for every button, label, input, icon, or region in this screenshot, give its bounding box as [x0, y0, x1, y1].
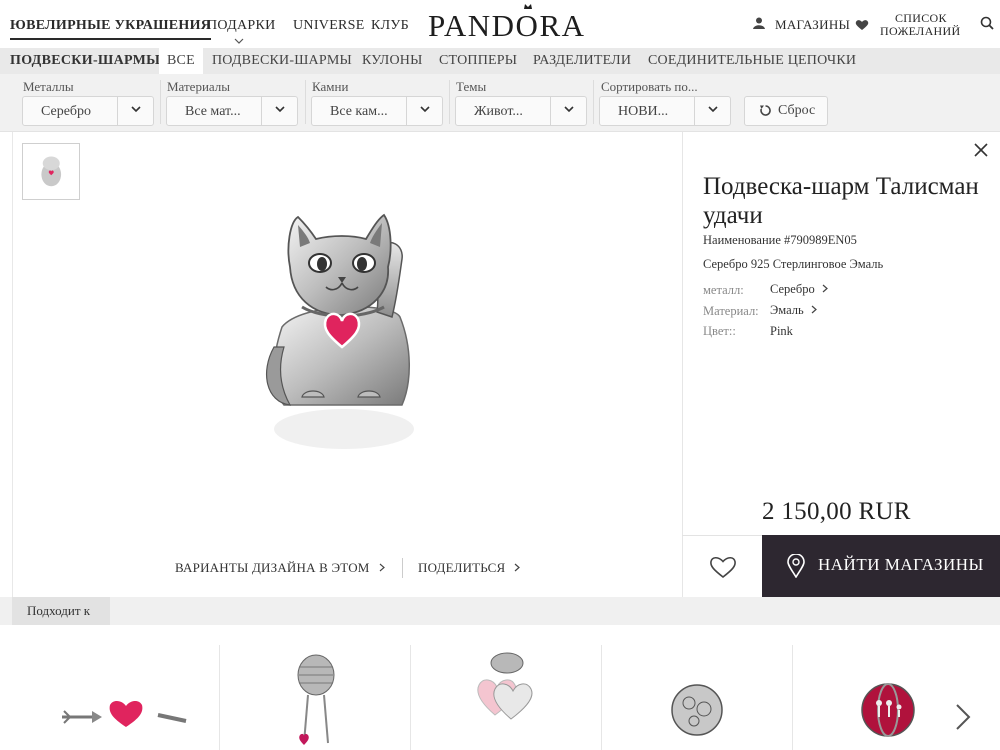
- chevron-down-icon: [694, 97, 730, 125]
- top-navigation: ЮВЕЛИРНЫЕ УКРАШЕНИЯ ПОДАРКИ UNIVERSE КЛУ…: [0, 0, 1000, 48]
- pandora-logo[interactable]: PANDORA: [428, 8, 586, 44]
- filter-value: Все кам...: [330, 104, 388, 119]
- product-thumbnail[interactable]: [22, 143, 80, 200]
- filter-label-sort: Сортировать по...: [601, 79, 698, 94]
- chevron-right-icon: [514, 560, 520, 576]
- next-arrow-icon[interactable]: [955, 700, 971, 740]
- filter-select-sort[interactable]: НОВИ...: [599, 96, 731, 126]
- share-label: ПОДЕЛИТЬСЯ: [418, 560, 506, 575]
- filter-select-materials[interactable]: Все мат...: [166, 96, 298, 126]
- filter-label-metals: Металлы: [23, 79, 74, 94]
- category-title: ПОДВЕСКИ-ШАРМЫ: [10, 53, 161, 68]
- filter-select-stones[interactable]: Все кам...: [311, 96, 443, 126]
- filter-value: Живот...: [474, 104, 523, 119]
- filter-select-themes[interactable]: Живот...: [455, 96, 587, 126]
- nav-gifts[interactable]: ПОДАРКИ: [207, 18, 276, 34]
- user-icon[interactable]: [752, 16, 766, 35]
- nav-universe[interactable]: UNIVERSE: [293, 18, 365, 34]
- related-item[interactable]: [12, 645, 219, 750]
- add-to-wishlist-button[interactable]: [683, 536, 762, 597]
- filter-value: Серебро: [41, 104, 92, 119]
- filter-divider: [160, 80, 161, 124]
- related-tab[interactable]: Подходит к: [12, 597, 110, 625]
- attr-value-color: Pink: [770, 324, 793, 338]
- chevron-down-icon: [261, 97, 297, 125]
- nav-jewelry[interactable]: ЮВЕЛИРНЫЕ УКРАШЕНИЯ: [10, 18, 212, 40]
- attr-label-metal: металл:: [703, 283, 744, 297]
- share-link[interactable]: ПОДЕЛИТЬСЯ: [418, 560, 520, 576]
- filter-divider: [449, 80, 450, 124]
- filter-label-themes: Темы: [456, 79, 487, 94]
- find-stores-label: НАЙТИ МАГАЗИНЫ: [818, 555, 984, 574]
- attr-label-material: Материал:: [703, 304, 759, 318]
- attr-value-metal[interactable]: Серебро: [770, 282, 828, 297]
- chevron-right-icon: [811, 305, 817, 314]
- tab-spacers[interactable]: РАЗДЕЛИТЕЛИ: [533, 53, 631, 69]
- reset-button[interactable]: Сброс: [744, 96, 828, 126]
- close-icon[interactable]: [974, 138, 988, 163]
- product-title: Подвеска-шарм Талисман удачи: [703, 173, 979, 229]
- heart-icon[interactable]: [855, 18, 869, 36]
- product-material: Серебро 925 Стерлинговое Эмаль: [703, 257, 884, 271]
- crown-icon: [523, 2, 533, 13]
- related-bar: [0, 597, 1000, 625]
- chevron-right-icon: [822, 284, 828, 293]
- filter-divider: [593, 80, 594, 124]
- attr-value-text: Эмаль: [770, 303, 804, 317]
- product-sku: Наименование #790989EN05: [703, 233, 857, 247]
- filter-bar: Металлы Серебро Материалы Все мат... Кам…: [0, 74, 1000, 132]
- stores-link[interactable]: МАГАЗИНЫ: [775, 17, 850, 33]
- find-stores-button[interactable]: НАЙТИ МАГАЗИНЫ: [762, 535, 1000, 597]
- category-bar: ПОДВЕСКИ-ШАРМЫ ВСЕ ПОДВЕСКИ-ШАРМЫ КУЛОНЫ…: [0, 48, 1000, 74]
- product-price: 2 150,00 RUR: [762, 498, 911, 525]
- chevron-down-icon: [406, 97, 442, 125]
- filter-label-stones: Камни: [312, 79, 349, 94]
- tab-safety-chains[interactable]: СОЕДИНИТЕЛЬНЫЕ ЦЕПОЧКИ: [648, 53, 856, 69]
- filter-label-materials: Материалы: [167, 79, 231, 94]
- design-variants-label: ВАРИАНТЫ ДИЗАЙНА В ЭТОМ: [175, 560, 370, 575]
- link-divider: [402, 558, 403, 578]
- filter-divider: [305, 80, 306, 124]
- attr-value-text: Серебро: [770, 282, 815, 296]
- tab-charms[interactable]: ПОДВЕСКИ-ШАРМЫ: [212, 53, 352, 69]
- chevron-right-icon: [379, 560, 385, 576]
- product-image: [262, 207, 432, 464]
- location-pin-icon: [787, 553, 805, 583]
- related-item[interactable]: [601, 645, 792, 750]
- chevron-down-icon: [234, 36, 244, 46]
- reset-label: Сброс: [778, 103, 816, 118]
- related-item[interactable]: [410, 645, 601, 750]
- tab-all[interactable]: ВСЕ: [159, 48, 203, 74]
- filter-select-metals[interactable]: Серебро: [22, 96, 154, 126]
- attr-label-color: Цвет::: [703, 324, 736, 338]
- search-icon[interactable]: [980, 16, 994, 35]
- design-variants-link[interactable]: ВАРИАНТЫ ДИЗАЙНА В ЭТОМ: [175, 560, 385, 576]
- attr-value-material[interactable]: Эмаль: [770, 303, 817, 318]
- filter-value: НОВИ...: [618, 104, 669, 119]
- chevron-down-icon: [117, 97, 153, 125]
- nav-club[interactable]: КЛУБ: [371, 18, 409, 34]
- related-item[interactable]: [219, 645, 410, 750]
- tab-pendants[interactable]: КУЛОНЫ: [362, 53, 423, 69]
- reset-icon: [759, 104, 772, 122]
- heart-icon: [709, 555, 737, 584]
- wishlist-line2[interactable]: ПОЖЕЛАНИЙ: [880, 24, 960, 39]
- filter-value: Все мат...: [185, 104, 241, 119]
- chevron-down-icon: [550, 97, 586, 125]
- tab-stoppers[interactable]: СТОППЕРЫ: [439, 53, 517, 69]
